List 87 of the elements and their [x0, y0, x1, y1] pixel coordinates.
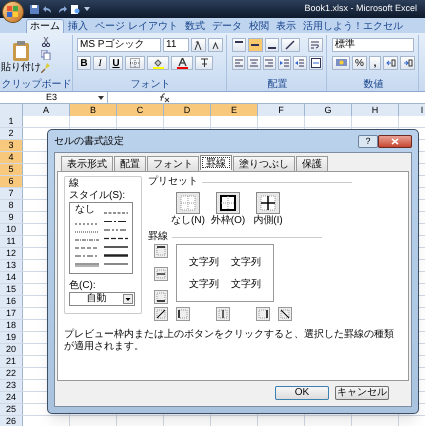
- column-header[interactable]: E: [211, 104, 258, 116]
- help-note: プレビュー枠内または上のボタンをクリックすると、選択した罫線の種類が適用されます。: [64, 329, 395, 353]
- row-header[interactable]: 1: [0, 116, 23, 127]
- cell-reference: E3: [46, 92, 58, 104]
- ribbon-tab[interactable]: 校閲: [246, 19, 272, 33]
- dialog-tab[interactable]: 保護: [296, 156, 328, 171]
- row-header[interactable]: 6: [0, 176, 23, 187]
- column-header[interactable]: G: [305, 104, 352, 116]
- style-label: スタイル(S):: [69, 190, 126, 202]
- group-title: 線: [69, 178, 80, 190]
- group-label: クリップボード: [1, 79, 72, 91]
- preset-label: なし(N): [171, 215, 205, 227]
- help-button[interactable]: ?: [358, 134, 378, 148]
- row-header[interactable]: 23: [0, 380, 23, 391]
- dialog-tab[interactable]: 配置: [114, 156, 146, 171]
- preset-label: 外枠(O): [210, 215, 246, 227]
- row-header[interactable]: 20: [0, 344, 23, 355]
- window-title: Book1.xlsx - Microsoft Excel: [304, 2, 417, 16]
- preview-text: 文字列: [231, 256, 261, 268]
- preset-label: 内側(I): [253, 215, 283, 227]
- row-header[interactable]: 16: [0, 296, 23, 307]
- dialog-title: セルの書式設定: [54, 134, 124, 148]
- none-style-option[interactable]: なし: [75, 204, 95, 215]
- bold-button[interactable]: B: [77, 56, 91, 70]
- line-style-list[interactable]: なし: [69, 202, 133, 274]
- color-label: 色(C):: [69, 280, 97, 292]
- dialog-tab[interactable]: フォント: [147, 156, 199, 171]
- preview-text: 文字列: [189, 278, 219, 290]
- row-header[interactable]: 22: [0, 368, 23, 379]
- column-header[interactable]: H: [352, 104, 399, 116]
- font-name-field[interactable]: MS Pゴシック: [77, 38, 161, 52]
- ribbon-tab[interactable]: 数式: [182, 19, 208, 33]
- column-header[interactable]: D: [164, 104, 211, 116]
- border-preview[interactable]: 文字列 文字列 文字列 文字列: [176, 244, 274, 302]
- row-header[interactable]: 9: [0, 212, 23, 223]
- row-header[interactable]: 17: [0, 308, 23, 319]
- row-header[interactable]: 13: [0, 260, 23, 271]
- ribbon-tab[interactable]: ホーム: [26, 19, 64, 33]
- paste-label: 貼り付け: [1, 62, 41, 73]
- row-header[interactable]: 4: [0, 152, 23, 163]
- section-title: 罫線: [148, 231, 168, 243]
- color-value: 自動: [86, 293, 108, 305]
- group-label: 配置: [266, 79, 288, 91]
- column-header[interactable]: A: [23, 104, 70, 116]
- row-header[interactable]: 15: [0, 284, 23, 295]
- column-header[interactable]: I: [399, 104, 425, 116]
- dialog-tab[interactable]: 表示形式: [61, 156, 113, 171]
- paste-button[interactable]: 貼り付け: [3, 35, 39, 79]
- row-header[interactable]: 8: [0, 200, 23, 211]
- column-header[interactable]: C: [117, 104, 164, 116]
- font-size-field[interactable]: 11: [163, 38, 189, 52]
- ribbon-tab[interactable]: 表示: [272, 19, 299, 33]
- ok-button[interactable]: OK: [275, 386, 329, 400]
- color-dropdown[interactable]: 自動: [69, 292, 135, 306]
- ribbon-tab[interactable]: 活用しよう！エクセル: [300, 19, 406, 33]
- row-header[interactable]: 10: [0, 224, 23, 235]
- row-header[interactable]: 12: [0, 248, 23, 259]
- row-header[interactable]: 7: [0, 188, 23, 199]
- ribbon-tab[interactable]: ページ レイアウト: [92, 19, 181, 33]
- row-header[interactable]: 3: [0, 140, 23, 151]
- row-header[interactable]: 14: [0, 272, 23, 283]
- row-header[interactable]: 25: [0, 404, 23, 415]
- percent-button[interactable]: %: [352, 56, 367, 70]
- comma-button[interactable]: ,: [369, 56, 381, 70]
- dialog-tab[interactable]: 罫線: [200, 155, 232, 170]
- underline-button[interactable]: U: [109, 56, 123, 70]
- cancel-button[interactable]: キャンセル: [335, 386, 389, 400]
- ribbon-tab[interactable]: データ: [208, 19, 245, 33]
- preview-text: 文字列: [189, 256, 219, 268]
- column-header[interactable]: F: [258, 104, 305, 116]
- column-header[interactable]: B: [70, 104, 117, 116]
- row-header[interactable]: 19: [0, 332, 23, 343]
- row-header[interactable]: 24: [0, 392, 23, 403]
- row-header[interactable]: 18: [0, 320, 23, 331]
- number-format-field[interactable]: 標準: [332, 38, 414, 52]
- row-header[interactable]: 26: [0, 416, 23, 426]
- italic-button[interactable]: I: [93, 56, 107, 70]
- preview-text: 文字列: [231, 278, 261, 290]
- row-header[interactable]: 11: [0, 236, 23, 247]
- row-header[interactable]: 5: [0, 164, 23, 175]
- group-label: フォント: [130, 79, 172, 91]
- ribbon-tab[interactable]: 挿入: [65, 19, 91, 33]
- group-label: 数値: [362, 79, 384, 91]
- row-header[interactable]: 21: [0, 356, 23, 367]
- dialog-tab[interactable]: 塗りつぶし: [233, 156, 295, 171]
- section-title: プリセット: [148, 176, 198, 188]
- row-header[interactable]: 2: [0, 128, 23, 139]
